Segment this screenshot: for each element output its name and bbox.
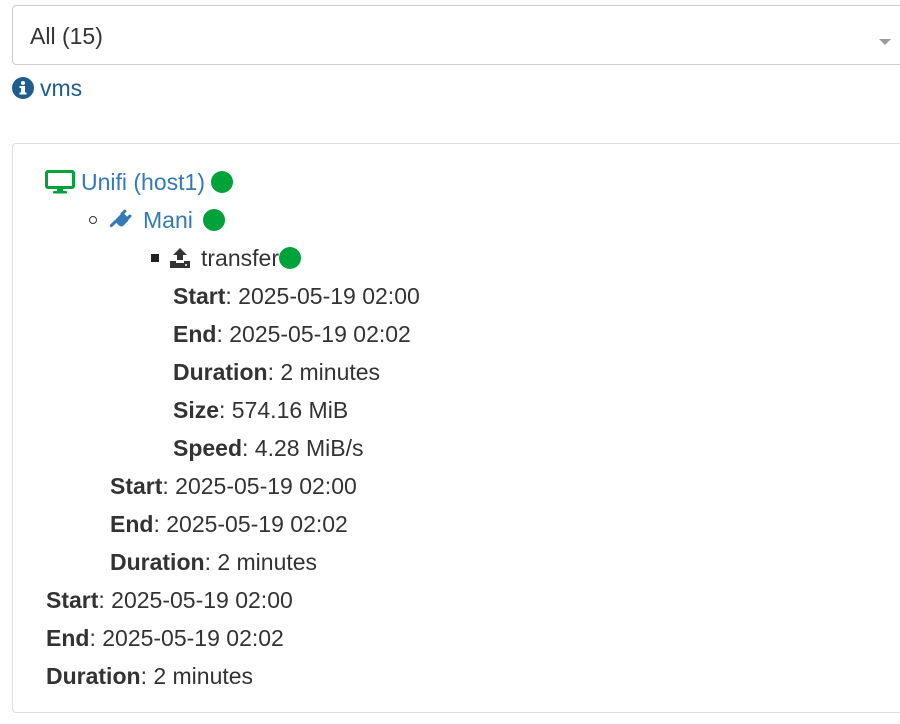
filter-select-value: All (15) <box>30 23 103 49</box>
info-circle-icon <box>12 77 34 99</box>
job-detail-duration: Duration: 2 minutes <box>110 548 318 575</box>
task-detail-size: Size: 574.16 MiB <box>173 396 349 423</box>
tree-job-row[interactable]: Mani <box>89 204 225 236</box>
host-detail-end: End: 2025-05-19 02:02 <box>46 624 284 651</box>
task-detail-start: Start: 2025-05-19 02:00 <box>173 282 420 309</box>
tree-host-row[interactable]: Unifi (host1) <box>45 166 233 198</box>
task-detail-speed: Speed: 4.28 MiB/s <box>173 434 364 461</box>
list-bullet-circle <box>89 216 97 224</box>
tree-task-row: transfer <box>151 242 301 274</box>
filter-select[interactable]: All (15) <box>12 5 900 65</box>
vms-info-link[interactable]: vms <box>12 75 82 101</box>
task-status-dot <box>278 247 301 269</box>
job-detail-end: End: 2025-05-19 02:02 <box>110 510 348 537</box>
desktop-icon <box>45 170 75 194</box>
task-detail-end: End: 2025-05-19 02:02 <box>173 320 411 347</box>
chevron-down-icon[interactable] <box>879 39 891 45</box>
task-detail-duration: Duration: 2 minutes <box>173 358 381 385</box>
host-detail-start: Start: 2025-05-19 02:00 <box>46 586 293 613</box>
upload-icon <box>169 247 191 269</box>
host-detail-duration: Duration: 2 minutes <box>46 662 254 689</box>
host-status-dot <box>210 171 233 193</box>
vms-link-label: vms <box>40 74 83 101</box>
list-bullet-square <box>151 254 159 262</box>
host-link[interactable]: Unifi (host1) <box>81 169 205 196</box>
job-status-dot <box>202 209 225 231</box>
plug-icon <box>107 208 133 232</box>
task-label: transfer <box>201 244 279 271</box>
job-link[interactable]: Mani <box>143 207 193 234</box>
job-tree-panel: Unifi (host1) Mani transfer Start: 2025… <box>12 143 900 713</box>
job-detail-start: Start: 2025-05-19 02:00 <box>110 472 357 499</box>
